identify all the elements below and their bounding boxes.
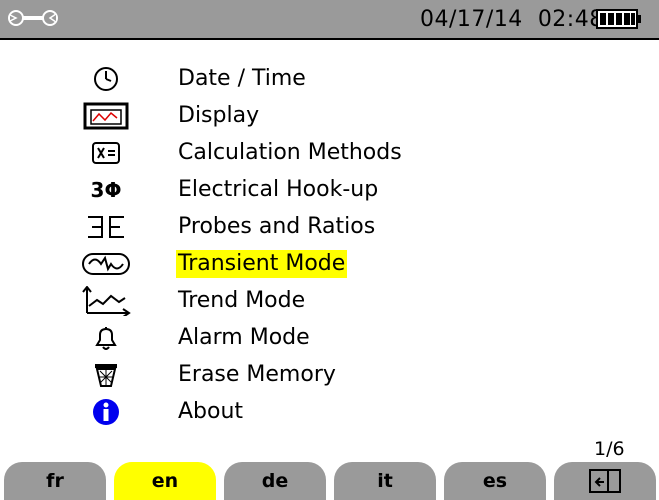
status-bar: 04/17/14 02:48PM (0, 0, 659, 40)
menu-item-alarm-mode[interactable]: Alarm Mode (0, 321, 659, 357)
bell-icon (95, 327, 117, 350)
next-page-tab[interactable] (554, 462, 656, 500)
display-icon (83, 102, 129, 130)
trash-icon (95, 364, 117, 387)
menu-item-label: Display (178, 103, 260, 128)
time-text: 02:48 (537, 7, 604, 32)
tab-en[interactable]: en (114, 462, 216, 500)
menu-item-label: Trend Mode (178, 288, 306, 313)
menu-item-label: Date / Time (178, 66, 306, 91)
battery-full-icon (596, 9, 641, 29)
menu-item-label: Alarm Mode (178, 325, 310, 350)
menu-item-transient-mode[interactable]: Transient Mode (0, 247, 659, 283)
menu-item-about[interactable]: About (0, 395, 659, 431)
three-phase-icon: 3Φ (90, 178, 122, 202)
setup-screen: 04/17/14 02:48PM Date / Time (0, 0, 659, 500)
page-exit-icon (589, 469, 621, 493)
tab-fr[interactable]: fr (4, 462, 106, 500)
probes-icon (88, 216, 124, 238)
menu-item-trend-mode[interactable]: Trend Mode (0, 284, 659, 320)
tab-es[interactable]: es (444, 462, 546, 500)
date-text: 04/17/14 (420, 7, 523, 32)
trend-icon (82, 286, 131, 316)
info-icon (93, 399, 119, 425)
page-indicator: 1/6 (594, 438, 625, 460)
menu-item-label: Calculation Methods (178, 140, 402, 165)
calculation-icon (92, 142, 120, 164)
transient-icon (82, 253, 130, 275)
clock-icon (94, 67, 118, 91)
menu-item-label: Electrical Hook-up (178, 177, 379, 202)
menu-item-electrical-hookup[interactable]: 3Φ Electrical Hook-up (0, 173, 659, 209)
date-time-readout: 04/17/14 02:48PM (420, 7, 624, 32)
menu-item-label: Erase Memory (178, 362, 336, 387)
menu-item-probes-ratios[interactable]: Probes and Ratios (0, 210, 659, 246)
menu-item-label: About (178, 399, 244, 424)
menu-item-date-time[interactable]: Date / Time (0, 62, 659, 98)
menu-item-label: Transient Mode (176, 250, 348, 278)
tab-it[interactable]: it (334, 462, 436, 500)
menu-item-display[interactable]: Display (0, 99, 659, 135)
tab-de[interactable]: de (224, 462, 326, 500)
language-tab-bar: fr en de it es (0, 462, 659, 500)
menu-item-calculation-methods[interactable]: Calculation Methods (0, 136, 659, 172)
wrench-icon (8, 10, 58, 26)
menu-item-label: Probes and Ratios (178, 214, 376, 239)
menu-item-erase-memory[interactable]: Erase Memory (0, 358, 659, 394)
